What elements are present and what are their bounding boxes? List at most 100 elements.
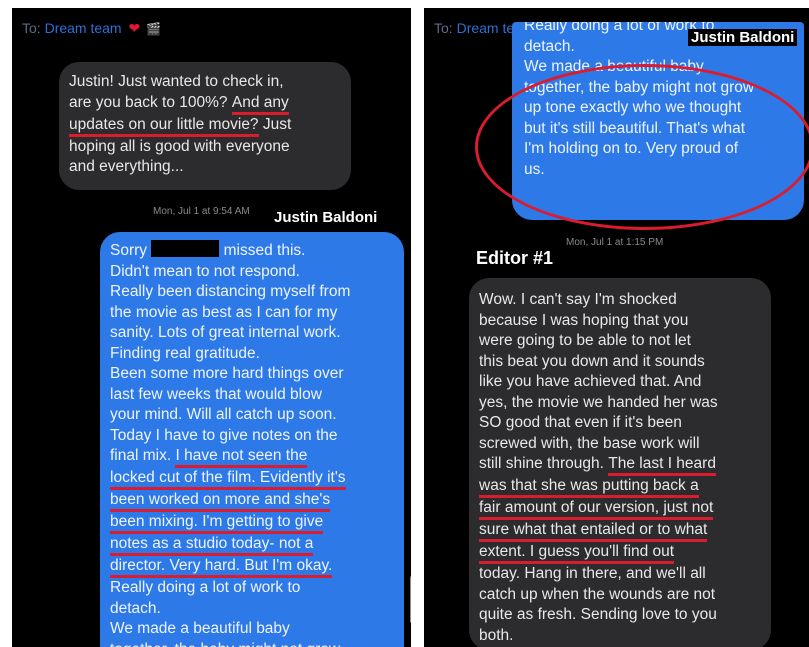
editor-name-label: Editor #1 [476,248,554,269]
message-text: last few weeks that would blow [110,385,322,403]
message-line: screwed with, the base work will [479,434,765,455]
message-line: together, the baby might not grow [110,640,398,647]
underlined-text: I have not seen the [175,447,308,468]
underlined-text: director. Very hard. But I'm okay. [110,557,333,578]
outgoing-message-bubble[interactable]: Sorry missed this. Didn't mean to not res… [100,232,404,647]
message-text: your mind. Will all catch up soon. [110,406,337,423]
message-line: updates on our little movie? Just [69,115,341,137]
message-text: were going to be able to not let [479,332,691,349]
message-text: because I was hoping that you [479,311,689,329]
message-line: still shine through. The last I heard [479,454,765,476]
message-text: both. [479,626,514,644]
message-line: notes as a studio today- not a [110,534,398,556]
message-line: Didn't mean to not respond. [110,262,398,283]
message-line: catch up when the wounds are not [479,585,765,606]
message-line: yes, the movie we handed her was [479,393,765,414]
message-text: We made a beautiful baby [110,620,290,637]
message-text: detach. [524,37,575,55]
message-text: and everything... [69,158,184,175]
group-name[interactable]: Dream team [45,20,122,36]
to-prefix: To: [434,20,453,36]
message-text: Finding real gratitude. [110,344,260,362]
underlined-text: updates on our little movie? [69,116,259,137]
message-line: was that she was putting back a [479,476,765,498]
underlined-text: sure what that entailed or to what [479,521,708,542]
message-line: this beat you down and it sounds [479,352,765,373]
underlined-text: And any [231,94,289,115]
underlined-text: notes as a studio today- not a [110,535,314,556]
message-line: Really doing a lot of work to [110,578,398,599]
message-line: fair amount of our version, just not [479,498,765,520]
recipient-header[interactable]: To: Dream team ❤ 🎬 [22,20,161,37]
message-timestamp: Mon, Jul 1 at 9:54 AM [153,206,250,217]
message-text: Really been distancing myself from [110,283,351,300]
message-text: like you have achieved that. And [479,373,702,390]
underlined-text: was that she was putting back a [479,477,699,498]
message-text: Really doing a lot of work to [110,579,301,596]
underlined-text: been worked on more and she's [110,491,331,512]
message-text: missed this. [219,242,306,259]
clapper-board-icon: 🎬 [146,22,162,36]
message-line: We made a beautiful baby [110,619,398,640]
message-text: Today I have to give notes on the [110,426,338,444]
message-line: locked cut of the film. Evidently it's [110,468,398,490]
message-line: Been some more hard things over [110,364,398,385]
sender-name-label: Justin Baldoni [271,209,381,226]
message-line: been mixing. I'm getting to give [110,512,398,534]
message-line: quite as fresh. Sending love to you [479,605,765,626]
message-text: this beat you down and it sounds [479,352,705,370]
underlined-text: locked cut of the film. Evidently it's [110,469,346,490]
message-line: like you have achieved that. And [479,372,765,393]
underlined-text: been mixing. I'm getting to give [110,513,324,534]
message-line: sure what that entailed or to what [479,520,765,542]
message-text: Didn't mean to not respond. [110,262,300,280]
heart-icon: ❤ [128,20,141,36]
message-line: because I was hoping that you [479,311,765,332]
message-timestamp: Mon, Jul 1 at 1:15 PM [566,237,664,248]
incoming-message-bubble[interactable]: Justin! Just wanted to check in, are you … [59,62,351,190]
message-line: both. [479,626,765,647]
message-line: last few weeks that would blow [110,385,398,406]
message-line: hoping all is good with everyone [69,137,341,158]
message-text: the movie as best as I can for my [110,303,338,321]
right-screenshot: To: Dream team ❤ 🎬 Really doing a lot of… [424,8,809,647]
underlined-text: The last I heard [608,455,716,476]
message-text: quite as fresh. Sending love to you [479,606,717,623]
message-line: your mind. Will all catch up soon. [110,405,398,426]
message-text: Been some more hard things over [110,365,344,382]
message-text: Justin! Just wanted to check in, [69,73,284,90]
incoming-message-bubble[interactable]: Wow. I can't say I'm shocked because I wa… [469,278,771,647]
left-screenshot: To: Dream team ❤ 🎬 Justin! Just wanted t… [12,8,411,647]
message-text: are you back to 100%? [69,93,232,111]
message-line: Wow. I can't say I'm shocked [479,290,765,311]
message-text: together, the baby might not grow [110,641,340,647]
message-line: extent. I guess you'll find out [479,542,765,564]
message-text: detach. [110,599,161,617]
to-prefix: To: [22,20,41,36]
message-line: are you back to 100%? And any [69,93,341,115]
underlined-text: extent. I guess you'll find out [479,543,675,564]
highlight-circle [475,64,809,230]
message-text: Just [258,115,292,133]
message-line: Today I have to give notes on the [110,426,398,447]
message-text: still shine through. [479,455,609,472]
scrollbar[interactable] [410,576,411,623]
message-line: Sorry missed this. [110,240,398,262]
message-line: SO good that even if it's been [479,413,765,434]
message-text: catch up when the wounds are not [479,585,716,603]
message-line: director. Very hard. But I'm okay. [110,556,398,578]
message-text: final mix. [110,447,176,464]
message-line: final mix. I have not seen the [110,446,398,468]
redacted-name [151,240,220,257]
message-line: sanity. Lots of great internal work. [110,323,398,344]
message-line: the movie as best as I can for my [110,303,398,324]
message-text: yes, the movie we handed her was [479,393,718,411]
message-line: and everything... [69,157,341,178]
message-line: Justin! Just wanted to check in, [69,72,341,93]
message-line: detach. [110,599,398,620]
message-line: Finding real gratitude. [110,344,398,365]
message-text: sanity. Lots of great internal work. [110,324,341,341]
message-text: hoping all is good with everyone [69,137,290,155]
message-text: Wow. I can't say I'm shocked [479,291,677,308]
message-text: screwed with, the base work will [479,434,700,452]
